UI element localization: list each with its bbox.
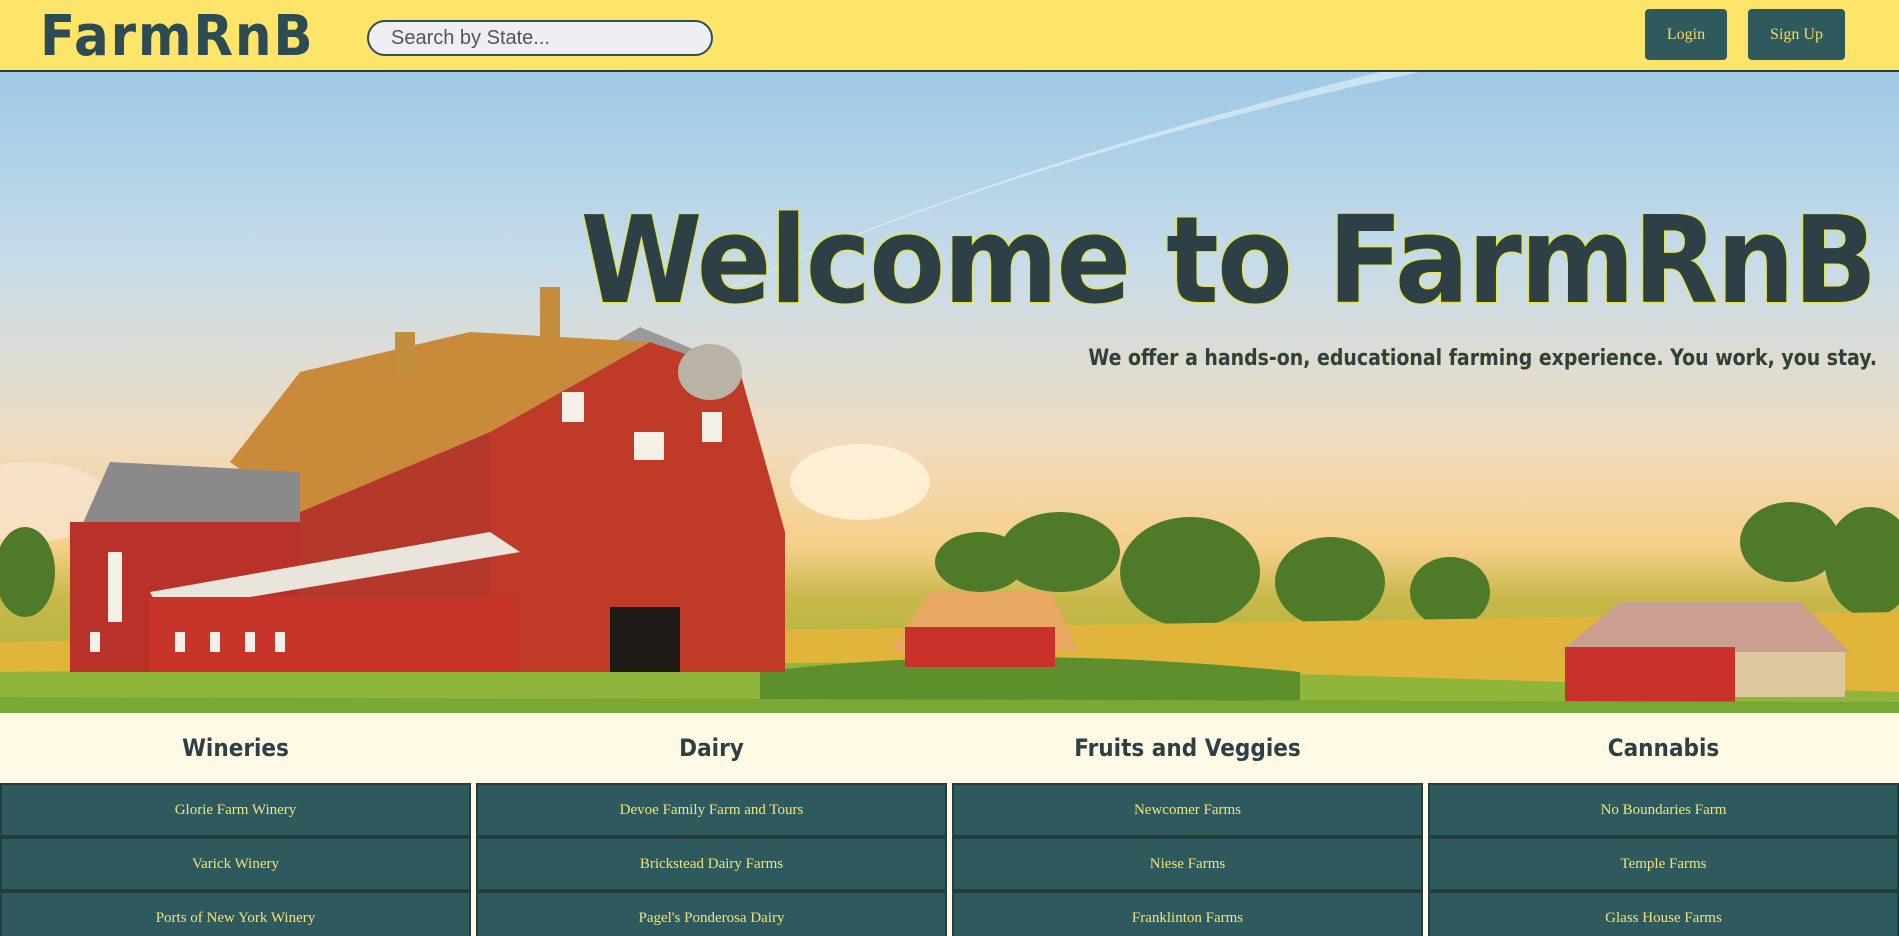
hero-subtitle: We offer a hands-on, educational farming… xyxy=(1088,346,1877,371)
farm-landscape-image xyxy=(0,72,1899,713)
farm-link[interactable]: Pagel's Ponderosa Dairy xyxy=(476,891,947,936)
category-cannabis: Cannabis No Boundaries Farm Temple Farms… xyxy=(1428,713,1899,936)
farm-categories: Wineries Glorie Farm Winery Varick Winer… xyxy=(0,713,1899,936)
farm-link[interactable]: Franklinton Farms xyxy=(952,891,1423,936)
login-button[interactable]: Login xyxy=(1645,9,1727,60)
hero-banner: Welcome to FarmRnB We offer a hands-on, … xyxy=(0,72,1899,713)
farm-link[interactable]: Temple Farms xyxy=(1428,837,1899,891)
state-search-input[interactable] xyxy=(367,20,713,56)
category-dairy: Dairy Devoe Family Farm and Tours Bricks… xyxy=(476,713,947,936)
top-nav: FarmRnB Login Sign Up xyxy=(0,0,1899,72)
hero-title: Welcome to FarmRnB xyxy=(580,192,1877,331)
category-title: Fruits and Veggies xyxy=(1074,734,1301,762)
farm-link[interactable]: Ports of New York Winery xyxy=(0,891,471,936)
category-title: Cannabis xyxy=(1607,734,1720,762)
farm-link[interactable]: Devoe Family Farm and Tours xyxy=(476,783,947,837)
farm-link[interactable]: Glorie Farm Winery xyxy=(0,783,471,837)
signup-button[interactable]: Sign Up xyxy=(1748,9,1845,60)
farm-link[interactable]: Brickstead Dairy Farms xyxy=(476,837,947,891)
category-title: Dairy xyxy=(679,734,744,762)
site-logo[interactable]: FarmRnB xyxy=(40,4,315,69)
category-title: Wineries xyxy=(182,734,289,762)
farm-link[interactable]: Newcomer Farms xyxy=(952,783,1423,837)
farm-link[interactable]: Glass House Farms xyxy=(1428,891,1899,936)
farm-link[interactable]: Niese Farms xyxy=(952,837,1423,891)
farm-link[interactable]: Varick Winery xyxy=(0,837,471,891)
category-wineries: Wineries Glorie Farm Winery Varick Winer… xyxy=(0,713,471,936)
farm-link[interactable]: No Boundaries Farm xyxy=(1428,783,1899,837)
category-fruits-and-veggies: Fruits and Veggies Newcomer Farms Niese … xyxy=(952,713,1423,936)
